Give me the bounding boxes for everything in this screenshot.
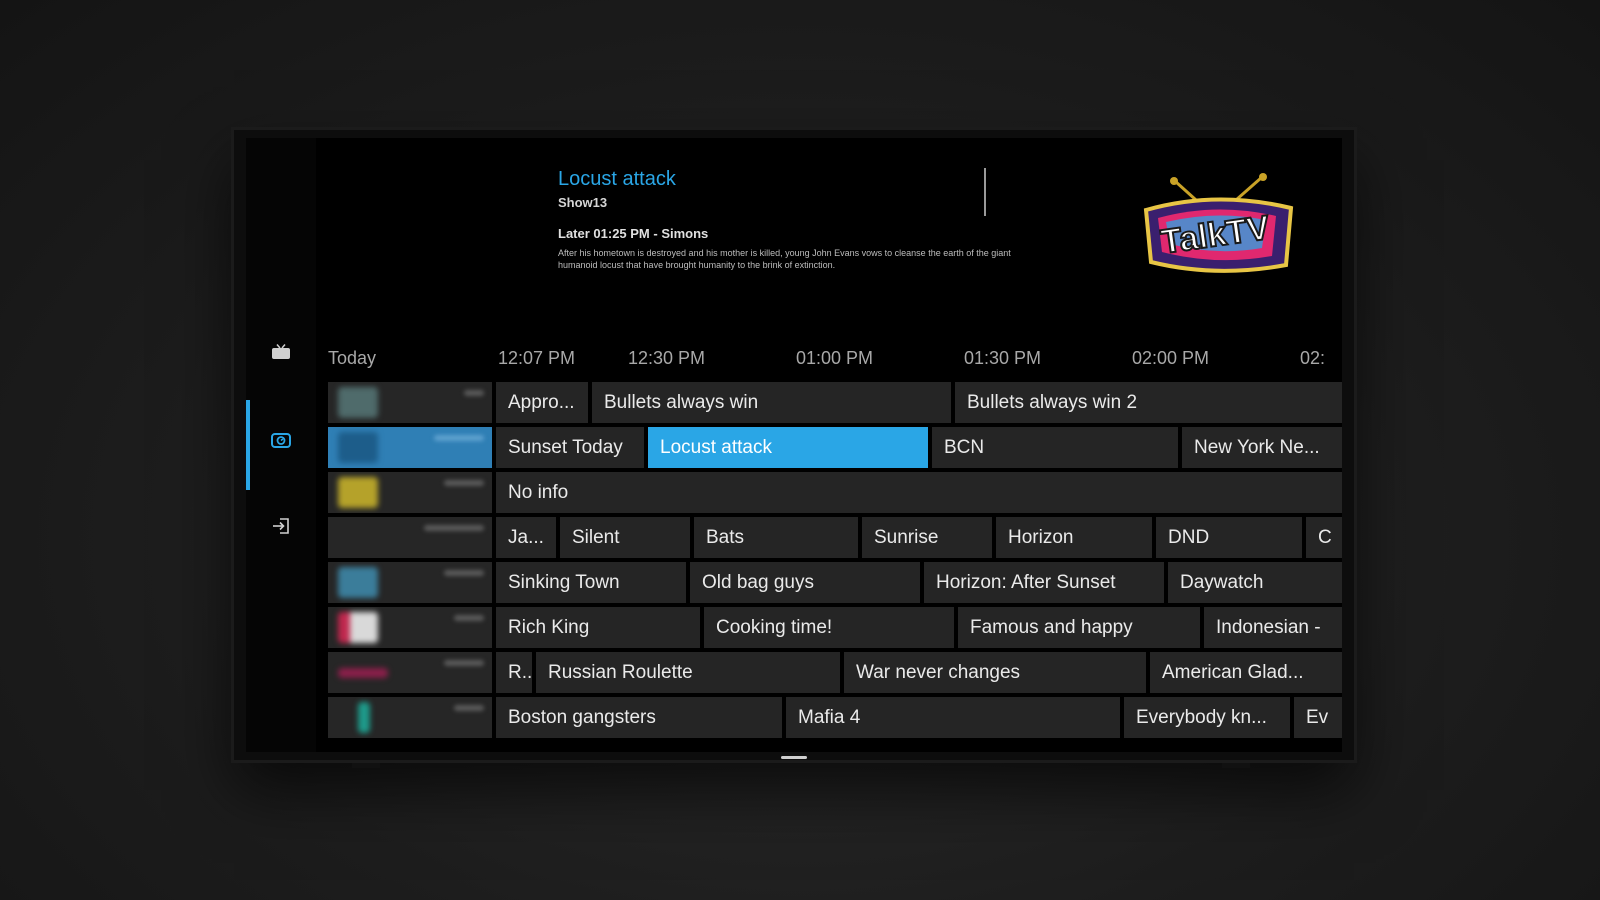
program-cell[interactable]: C — [1306, 517, 1342, 558]
channel-row: Boston gangsters Mafia 4 Everybody kn...… — [328, 697, 1342, 738]
program-cell[interactable]: Horizon: After Sunset — [924, 562, 1164, 603]
channel-name-blur — [434, 435, 484, 441]
program-cell[interactable]: Ja... — [496, 517, 556, 558]
program-cell[interactable]: Cooking time! — [704, 607, 954, 648]
channel-logo-thumb — [338, 612, 378, 643]
channel-row: Sunset Today Locust attack BCN New York … — [328, 427, 1342, 468]
channel-cell[interactable] — [328, 697, 492, 738]
time-slot: 02:00 PM — [1132, 348, 1210, 368]
program-cell[interactable]: Bullets always win 2 — [955, 382, 1342, 423]
tv-icon — [272, 344, 290, 359]
channel-row: Rich King Cooking time! Famous and happy… — [328, 607, 1342, 648]
channel-name-blur — [454, 705, 484, 711]
program-cell[interactable]: Everybody kn... — [1124, 697, 1290, 738]
channel-name-blur — [424, 525, 484, 531]
program-cell[interactable]: Indonesian - — [1204, 607, 1342, 648]
program-cell[interactable]: Ev — [1294, 697, 1342, 738]
channel-logo-thumb — [338, 432, 378, 463]
program-cell[interactable]: War never changes — [844, 652, 1146, 693]
channel-cell[interactable] — [328, 382, 492, 423]
program-cell[interactable]: Famous and happy — [958, 607, 1200, 648]
login-icon — [273, 518, 289, 534]
program-subtitle: Show13 — [558, 195, 608, 210]
program-cell[interactable]: Boston gangsters — [496, 697, 782, 738]
time-slot: 12:07 PM — [498, 348, 576, 368]
program-cell[interactable]: Old bag guys — [690, 562, 920, 603]
program-description: After his hometown is destroyed and his … — [558, 248, 1011, 270]
channel-logo-thumb — [338, 387, 378, 418]
program-cell[interactable]: Mafia 4 — [786, 697, 1120, 738]
program-cell[interactable]: American Glad... — [1150, 652, 1342, 693]
program-cell[interactable]: DND — [1156, 517, 1302, 558]
program-cell[interactable]: Daywatch — [1168, 562, 1342, 603]
tv-foot-right — [1222, 763, 1250, 768]
program-cell[interactable]: Appro... — [496, 382, 588, 423]
channel-row: Sinking Town Old bag guys Horizon: After… — [328, 562, 1342, 603]
channel-cell[interactable] — [328, 472, 492, 513]
program-info-panel: Locust attack Show13 Later 01:25 PM - Si… — [558, 168, 1058, 271]
channel-cell[interactable] — [328, 517, 492, 558]
tv-foot-left — [352, 763, 380, 768]
channel-cell[interactable] — [328, 607, 492, 648]
time-slot: 12:30 PM — [628, 348, 706, 368]
program-cell[interactable]: Sunset Today — [496, 427, 644, 468]
program-cell[interactable]: Bullets always win — [592, 382, 951, 423]
channel-row: No info — [328, 472, 1342, 513]
info-divider — [984, 168, 986, 216]
program-cell[interactable]: Russian Roulette — [536, 652, 840, 693]
channel-logo-thumb — [338, 567, 378, 598]
program-cell[interactable]: Rich King — [496, 607, 700, 648]
nav-item-live-tv[interactable] — [246, 332, 316, 372]
time-slot: 01:00 PM — [796, 348, 874, 368]
program-cell[interactable]: Bats — [694, 517, 858, 558]
guide-icon — [271, 433, 291, 448]
day-label: Today — [328, 348, 377, 368]
program-cell[interactable]: No info — [496, 472, 1342, 513]
program-cell[interactable]: Sinking Town — [496, 562, 686, 603]
channel-cell[interactable] — [328, 427, 492, 468]
nav-item-login[interactable] — [246, 506, 316, 546]
channel-row: R... Russian Roulette War never changes … — [328, 652, 1342, 693]
epg-grid: Appro... Bullets always win Bullets alwa… — [328, 382, 1342, 742]
channel-row: Appro... Bullets always win Bullets alwa… — [328, 382, 1342, 423]
program-cell[interactable]: New York Ne... — [1182, 427, 1342, 468]
time-slot: 01:30 PM — [964, 348, 1042, 368]
channel-logo: TalkTV — [1143, 173, 1294, 273]
program-cell[interactable]: R... — [496, 652, 532, 693]
channel-logo-thumb — [338, 668, 388, 678]
channel-name-blur — [444, 660, 484, 666]
program-cell[interactable]: Silent — [560, 517, 690, 558]
program-title: Locust attack — [558, 168, 676, 190]
program-cell-focused[interactable]: Locust attack — [648, 427, 928, 468]
channel-logo-thumb — [338, 477, 378, 508]
next-program: Later 01:25 PM - Simons — [558, 226, 709, 241]
channel-cell[interactable] — [328, 652, 492, 693]
time-slot: 02: — [1300, 348, 1326, 368]
nav-rail — [246, 138, 316, 752]
channel-name-blur — [444, 480, 484, 486]
tv-power-led — [781, 756, 807, 759]
program-cell[interactable]: BCN — [932, 427, 1178, 468]
tv-frame: Locust attack Show13 Later 01:25 PM - Si… — [234, 130, 1354, 760]
tv-screen: Locust attack Show13 Later 01:25 PM - Si… — [246, 138, 1342, 752]
channel-row: Ja... Silent Bats Sunrise Horizon DND C — [328, 517, 1342, 558]
channel-name-blur — [464, 390, 484, 396]
channel-name-blur — [444, 570, 484, 576]
channel-name-blur — [454, 615, 484, 621]
channel-logo-thumb — [358, 702, 370, 733]
nav-item-guide[interactable] — [246, 420, 316, 460]
channel-cell[interactable] — [328, 562, 492, 603]
time-ruler: Today 12:07 PM 12:30 PM 01:00 PM 01:30 P… — [328, 348, 1342, 376]
program-cell[interactable]: Sunrise — [862, 517, 992, 558]
program-cell[interactable]: Horizon — [996, 517, 1152, 558]
